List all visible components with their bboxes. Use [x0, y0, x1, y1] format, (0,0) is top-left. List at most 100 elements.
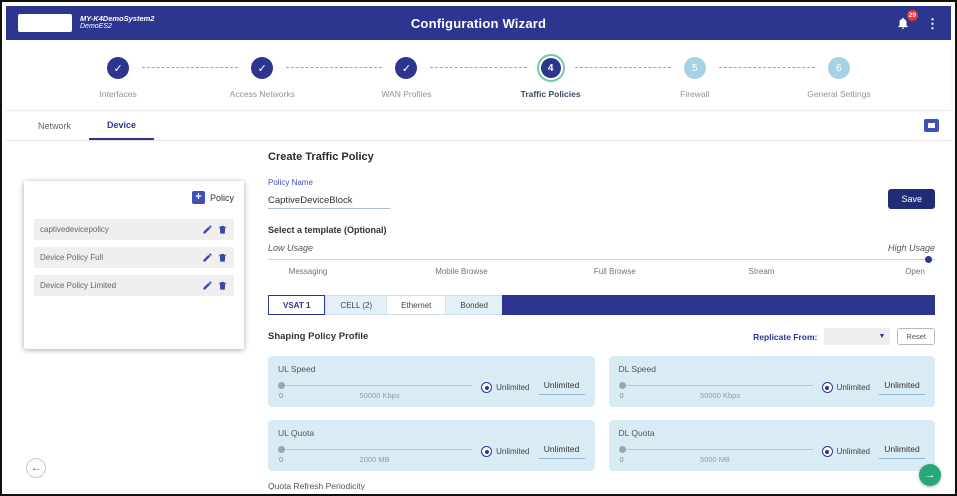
- slider-handle[interactable]: [278, 446, 285, 453]
- policy-item-actions: [202, 280, 228, 291]
- template-tick-labels: Messaging Mobile Browse Full Browse Stre…: [268, 267, 935, 280]
- ul-speed-value-field[interactable]: Unlimited: [539, 380, 585, 395]
- tick-mobile-browse[interactable]: Mobile Browse: [435, 267, 487, 276]
- policy-name: Device Policy Full: [40, 253, 103, 262]
- ul-quota-slider[interactable]: 0 2000 MB: [278, 445, 472, 464]
- step-check-icon: ✓: [107, 57, 129, 79]
- panel-title: UL Quota: [278, 428, 585, 438]
- step-label: WAN Profiles: [381, 89, 431, 99]
- policy-card-header: + Policy: [24, 191, 244, 204]
- add-policy-button[interactable]: +: [192, 191, 205, 204]
- panel-title: DL Quota: [619, 428, 926, 438]
- tab-device[interactable]: Device: [89, 111, 154, 140]
- delete-icon[interactable]: [217, 280, 228, 291]
- slider-handle[interactable]: [278, 382, 285, 389]
- dl-quota-unlimited-radio[interactable]: Unlimited: [822, 446, 870, 457]
- policy-list-item[interactable]: captivedevicepolicy: [34, 219, 234, 240]
- step-firewall[interactable]: 5 Firewall: [623, 53, 767, 99]
- dl-quota-slider[interactable]: 0 5000 MB: [619, 445, 813, 464]
- tab-vsat-1[interactable]: VSAT 1: [268, 295, 325, 315]
- quota-refresh-periodicity-label: Quota Refresh Periodicity: [268, 481, 935, 490]
- save-button[interactable]: Save: [888, 189, 935, 209]
- dl-quota-panel: DL Quota 0 5000 MB Unlimited Unlimited: [609, 420, 936, 471]
- edit-icon[interactable]: [202, 280, 213, 291]
- back-button[interactable]: ←: [26, 458, 46, 478]
- tab-ethernet[interactable]: Ethernet: [386, 295, 445, 315]
- tick-messaging[interactable]: Messaging: [289, 267, 328, 276]
- vertical-dots-icon: ⋮: [926, 16, 939, 31]
- policy-name-row: Save: [268, 189, 935, 209]
- policy-name-input[interactable]: [268, 193, 390, 209]
- wizard-stepper: ✓ Interfaces ✓ Access Networks ✓ WAN Pro…: [6, 40, 951, 111]
- ul-speed-slider[interactable]: 0 50000 Kbps: [278, 381, 472, 400]
- radio-selected-icon: [822, 382, 833, 393]
- template-slider-handle[interactable]: [925, 256, 932, 263]
- tick-full-browse[interactable]: Full Browse: [594, 267, 636, 276]
- replicate-from-dropdown[interactable]: ▼: [824, 328, 890, 345]
- edit-icon[interactable]: [202, 224, 213, 235]
- tick-open[interactable]: Open: [905, 267, 925, 276]
- dl-speed-slider[interactable]: 0 50000 Kbps: [619, 381, 813, 400]
- policy-list-item[interactable]: Device Policy Full: [34, 247, 234, 268]
- dl-speed-value-field[interactable]: Unlimited: [879, 380, 925, 395]
- ul-quota-panel: UL Quota 0 2000 MB Unlimited Unlimited: [268, 420, 595, 471]
- ul-quota-value-field[interactable]: Unlimited: [539, 444, 585, 459]
- template-slider-track: [268, 259, 935, 260]
- slider-max-label: 50000 Kbps: [700, 391, 740, 400]
- step-check-icon: ✓: [251, 57, 273, 79]
- app-frame: MY-K4DemoSystem2 DemoES2 Configuration W…: [0, 0, 957, 496]
- policy-list-item[interactable]: Device Policy Limited: [34, 275, 234, 296]
- slider-max-label: 2000 MB: [360, 455, 390, 464]
- radio-label: Unlimited: [837, 383, 870, 392]
- radio-selected-icon: [481, 382, 492, 393]
- add-policy-label: Policy: [210, 193, 234, 203]
- edit-icon[interactable]: [202, 252, 213, 263]
- ul-speed-unlimited-radio[interactable]: Unlimited: [481, 382, 529, 393]
- slider-max-label: 50000 Kbps: [360, 391, 400, 400]
- dl-speed-unlimited-radio[interactable]: Unlimited: [822, 382, 870, 393]
- slider-min-label: 0: [620, 391, 624, 400]
- panel-toggle-button[interactable]: [924, 119, 939, 132]
- ul-quota-unlimited-radio[interactable]: Unlimited: [481, 446, 529, 457]
- replicate-controls: Replicate From: ▼ Reset: [753, 328, 935, 345]
- delete-icon[interactable]: [217, 252, 228, 263]
- policy-item-actions: [202, 224, 228, 235]
- notifications-button[interactable]: 29: [896, 16, 910, 30]
- system-subname: DemoES2: [80, 23, 154, 32]
- slider-max-label: 5000 MB: [700, 455, 730, 464]
- dl-quota-value-field[interactable]: Unlimited: [879, 444, 925, 459]
- shaping-panels: UL Speed 0 50000 Kbps Unlimited Unlimi: [268, 356, 935, 471]
- shaping-title: Shaping Policy Profile: [268, 331, 368, 342]
- slider-handle[interactable]: [619, 446, 626, 453]
- interface-tabs: VSAT 1 CELL (2) Ethernet Bonded: [268, 295, 935, 315]
- template-range-labels: Low Usage High Usage: [268, 243, 935, 253]
- radio-label: Unlimited: [496, 447, 529, 456]
- tab-bonded[interactable]: Bonded: [445, 295, 502, 315]
- step-general-settings[interactable]: 6 General Settings: [767, 53, 911, 99]
- slider-handle[interactable]: [619, 382, 626, 389]
- step-wan-profiles[interactable]: ✓ WAN Profiles: [334, 53, 478, 99]
- step-check-icon: ✓: [395, 57, 417, 79]
- chevron-down-icon: ▼: [878, 333, 885, 340]
- step-traffic-policies[interactable]: 4 Traffic Policies: [479, 53, 623, 99]
- main-content: + Policy captivedevicepolicy Device Poli…: [6, 141, 951, 490]
- tick-stream[interactable]: Stream: [749, 267, 775, 276]
- slider-min-label: 0: [279, 455, 283, 464]
- step-access-networks[interactable]: ✓ Access Networks: [190, 53, 334, 99]
- tab-cell[interactable]: CELL (2): [325, 295, 386, 315]
- policy-item-actions: [202, 252, 228, 263]
- template-slider[interactable]: [268, 255, 935, 264]
- slider-track: [619, 449, 813, 450]
- form-title: Create Traffic Policy: [268, 151, 935, 163]
- slider-track: [278, 449, 472, 450]
- back-arrow-icon: ←: [31, 463, 41, 474]
- step-interfaces[interactable]: ✓ Interfaces: [46, 53, 190, 99]
- next-button[interactable]: →: [919, 464, 941, 486]
- step-label: Firewall: [680, 89, 709, 99]
- step-number: 5: [684, 57, 706, 79]
- panel-toggle-icon: [928, 123, 935, 128]
- delete-icon[interactable]: [217, 224, 228, 235]
- overflow-menu-button[interactable]: ⋮: [926, 17, 939, 30]
- tab-network[interactable]: Network: [20, 111, 89, 140]
- reset-button[interactable]: Reset: [897, 328, 935, 345]
